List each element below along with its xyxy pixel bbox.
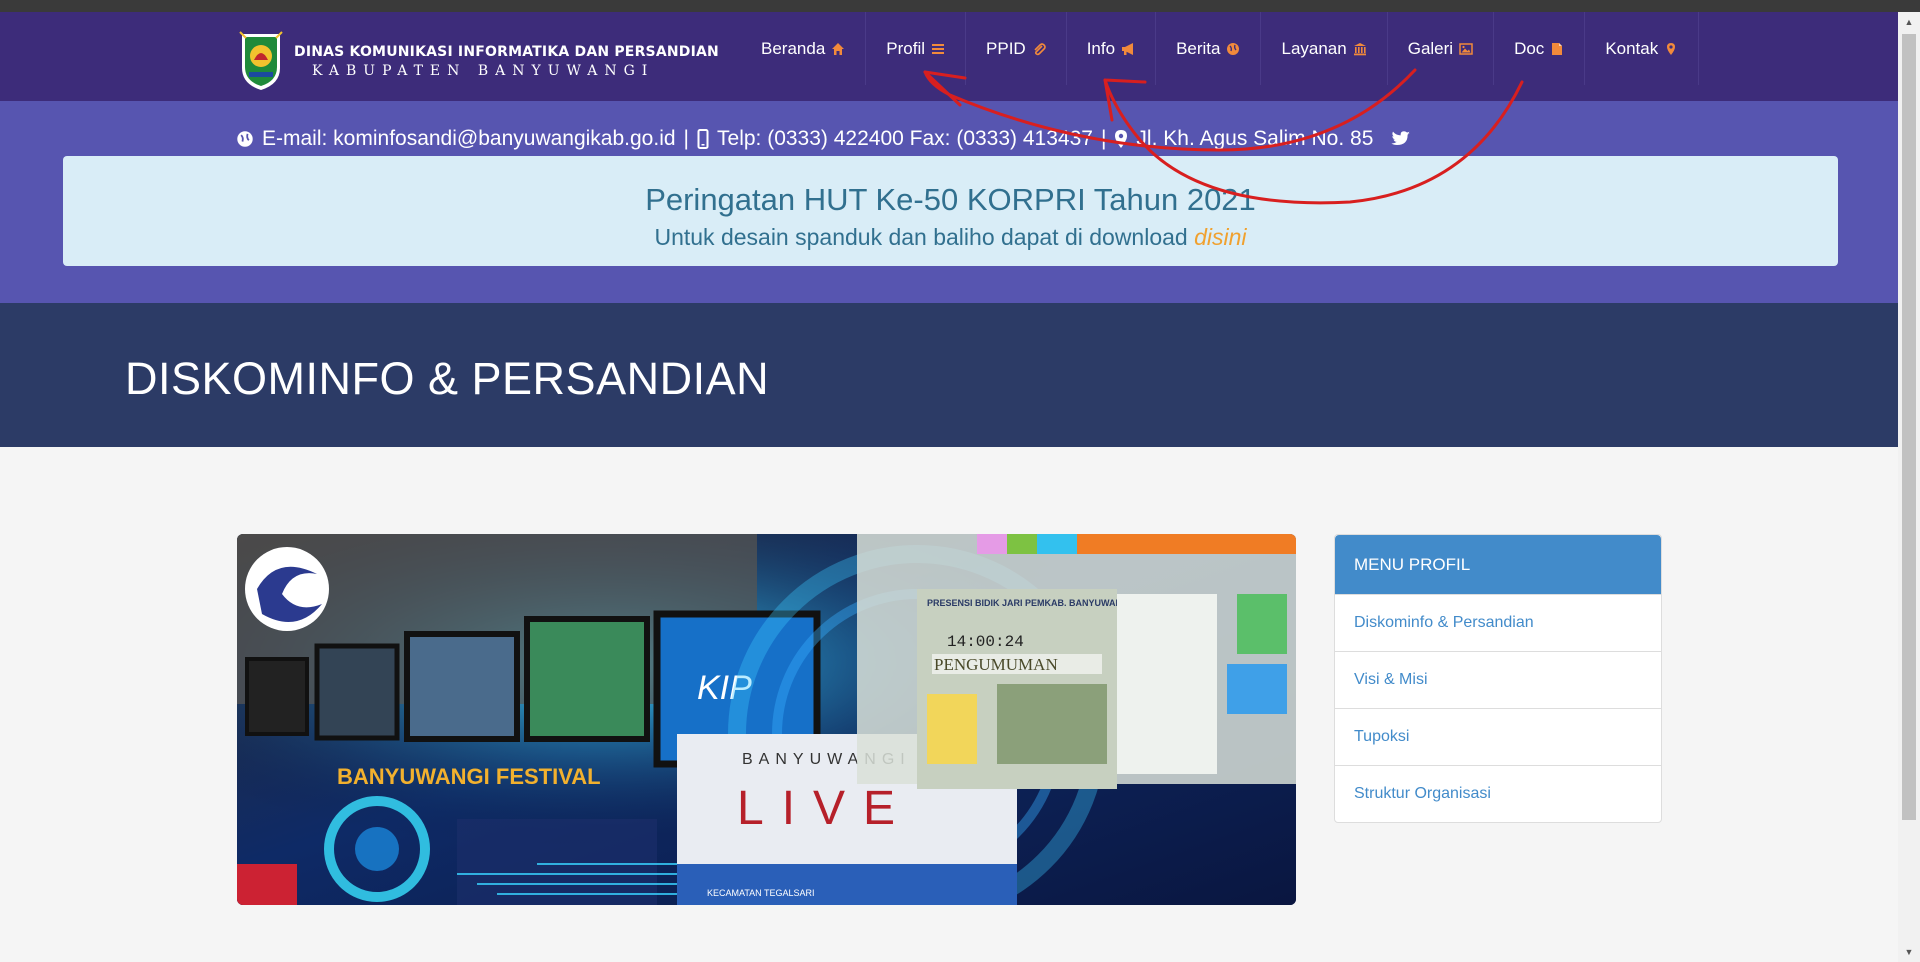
profile-menu: MENU PROFIL Diskominfo & Persandian Visi… xyxy=(1334,534,1662,823)
contact-address: Jl. Kh. Agus Salim No. 85 xyxy=(1136,127,1374,150)
nav-label: PPID xyxy=(986,38,1026,58)
nav-item-doc[interactable]: Doc xyxy=(1494,12,1586,85)
contact-bar: E-mail: kominfosandi@banyuwangikab.go.id… xyxy=(236,127,1419,151)
globe-icon xyxy=(1226,42,1240,56)
alert-title: Peringatan HUT Ke-50 KORPRI Tahun 2021 xyxy=(645,182,1256,217)
file-icon xyxy=(1550,42,1564,56)
nav-item-ppid[interactable]: PPID xyxy=(966,12,1067,85)
nav-label: Doc xyxy=(1514,38,1545,58)
nav-item-kontak[interactable]: Kontak xyxy=(1585,12,1700,85)
menu-item-visi-misi[interactable]: Visi & Misi xyxy=(1335,651,1661,708)
hero-kecamatan-text: KECAMATAN TEGALSARI xyxy=(707,888,815,898)
navbar: DINAS KOMUNIKASI INFORMATIKA DAN PERSAND… xyxy=(0,12,1898,101)
paperclip-icon xyxy=(1032,42,1046,56)
browser-top-edge xyxy=(0,0,1920,12)
brand[interactable]: DINAS KOMUNIKASI INFORMATIKA DAN PERSAND… xyxy=(236,30,719,92)
brand-subtitle: KABUPATEN BANYUWANGI xyxy=(312,62,655,79)
nav-item-profil[interactable]: Profil xyxy=(866,12,967,85)
hero-live-text: LIVE xyxy=(737,782,913,835)
profile-menu-heading: MENU PROFIL xyxy=(1335,535,1661,594)
home-icon xyxy=(831,42,845,56)
nav-item-info[interactable]: Info xyxy=(1067,12,1157,85)
nav-label: Layanan xyxy=(1281,38,1347,58)
image-icon xyxy=(1459,42,1473,56)
alert-subtitle: Untuk desain spanduk dan baliho dapat di… xyxy=(63,224,1838,251)
menu-item-tupoksi[interactable]: Tupoksi xyxy=(1335,708,1661,765)
map-marker-icon xyxy=(1114,129,1128,149)
announcement-alert: Peringatan HUT Ke-50 KORPRI Tahun 2021 U… xyxy=(63,156,1838,266)
page-title: DISKOMINFO & PERSANDIAN xyxy=(125,353,770,404)
nav-item-beranda[interactable]: Beranda xyxy=(741,12,867,85)
hero-clock-text: 14:00:24 xyxy=(947,633,1024,651)
page-scrollbar[interactable]: ▲ ▼ xyxy=(1898,12,1920,962)
twitter-icon[interactable] xyxy=(1391,130,1411,148)
download-link[interactable]: disini xyxy=(1194,224,1246,250)
hero-banner-image: KIP BANYUWANGI FESTIVAL BANYUWANGI LIVE … xyxy=(237,534,1296,905)
map-marker-icon xyxy=(1664,42,1678,56)
menu-item-struktur-organisasi[interactable]: Struktur Organisasi xyxy=(1335,765,1661,822)
nav-label: Info xyxy=(1086,38,1116,58)
mobile-icon xyxy=(697,129,709,149)
menu-item-diskominfo[interactable]: Diskominfo & Persandian xyxy=(1335,594,1661,651)
nav-label: Galeri xyxy=(1407,38,1454,58)
contact-email[interactable]: E-mail: kominfosandi@banyuwangikab.go.id xyxy=(262,127,676,151)
hero-presensi-text: PRESENSI BIDIK JARI PEMKAB. BANYUWANGI xyxy=(927,598,1132,608)
bullhorn-icon xyxy=(1121,42,1135,56)
title-band: DISKOMINFO & PERSANDIAN xyxy=(0,303,1898,447)
separator: | xyxy=(1100,127,1107,150)
brand-title: DINAS KOMUNIKASI INFORMATIKA DAN PERSAND… xyxy=(294,43,719,60)
banyuwangi-logo xyxy=(236,30,286,92)
nav-item-berita[interactable]: Berita xyxy=(1156,12,1262,85)
alert-subtitle-text: Untuk desain spanduk dan baliho dapat di… xyxy=(654,224,1188,250)
scroll-up-arrow-icon[interactable]: ▲ xyxy=(1898,12,1920,32)
nav-item-layanan[interactable]: Layanan xyxy=(1261,12,1388,85)
contact-phone: Telp: (0333) 422400 Fax: (0333) 413437 xyxy=(717,127,1093,150)
nav-label: Beranda xyxy=(761,38,826,58)
scroll-down-arrow-icon[interactable]: ▼ xyxy=(1898,942,1920,962)
bars-icon xyxy=(931,42,945,56)
info-band: E-mail: kominfosandi@banyuwangikab.go.id… xyxy=(0,101,1898,303)
nav-item-galeri[interactable]: Galeri xyxy=(1388,12,1495,85)
institution-icon xyxy=(1353,42,1367,56)
main-nav: Beranda Profil PPID Info Berita Layanan … xyxy=(741,12,1700,101)
nav-label: Profil xyxy=(886,38,926,58)
hero-festival-text: BANYUWANGI FESTIVAL xyxy=(337,764,601,789)
nav-label: Berita xyxy=(1176,38,1221,58)
globe-icon xyxy=(236,130,254,148)
scroll-thumb[interactable] xyxy=(1902,34,1916,820)
separator: | xyxy=(683,127,690,150)
hero-pengumuman-text: PENGUMUMAN xyxy=(934,655,1058,674)
nav-label: Kontak xyxy=(1605,38,1659,58)
